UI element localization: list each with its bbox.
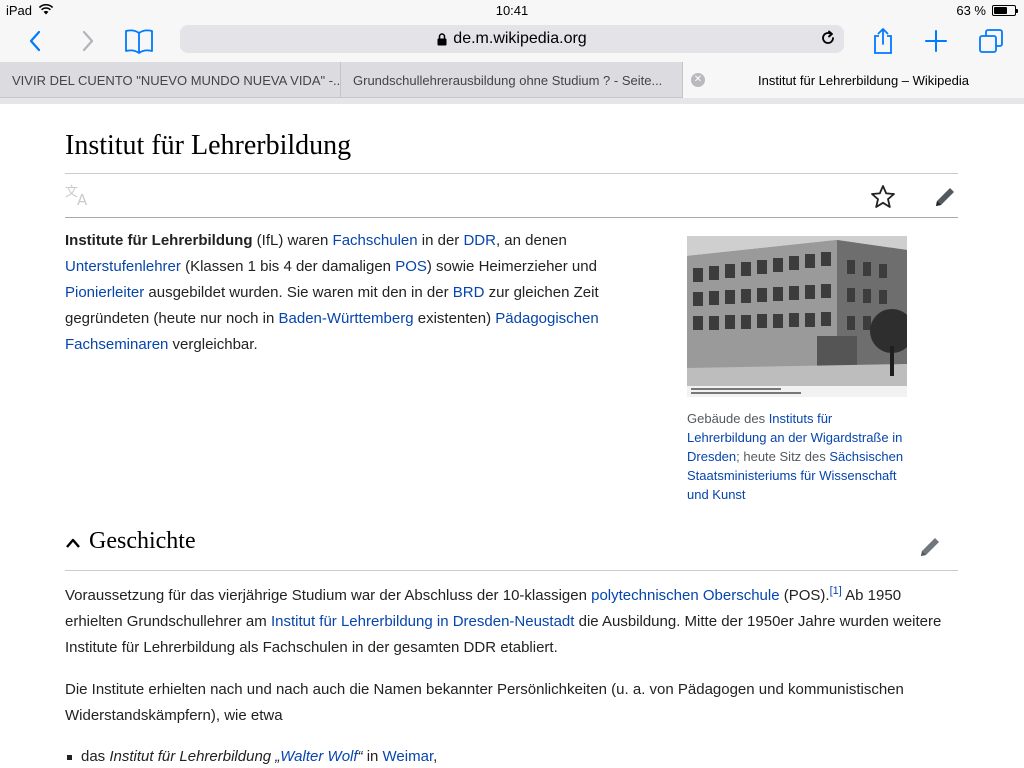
chevron-up-icon[interactable]: [65, 536, 81, 554]
language-icon[interactable]: 文A: [65, 184, 93, 211]
link-walter-wolf[interactable]: Walter Wolf: [280, 748, 357, 765]
text: in: [362, 748, 383, 765]
text: existenten): [413, 310, 496, 327]
bookmarks-icon[interactable]: [124, 26, 154, 56]
text: (Klassen 1 bis 4 der damaligen: [180, 258, 396, 275]
lead-paragraph: Institute für Lehrerbildung (IfL) waren …: [65, 228, 610, 358]
text: Gebäude des: [687, 411, 769, 426]
battery-icon: [992, 5, 1018, 16]
text: (POS).: [779, 587, 830, 604]
tab-label: Grundschullehrerausbildung ohne Studium …: [353, 72, 663, 88]
back-icon[interactable]: [20, 26, 50, 56]
tab-grundschullehrer[interactable]: Grundschullehrerausbildung ohne Studium …: [341, 62, 683, 98]
section-header-geschichte[interactable]: Geschichte: [65, 524, 958, 570]
text: ) sowie Heimerzieher und: [426, 258, 597, 275]
link-ddr[interactable]: DDR: [463, 232, 496, 249]
link-fachschulen[interactable]: Fachschulen: [333, 232, 418, 249]
text: vergleichbar.: [168, 336, 258, 353]
edit-icon[interactable]: [917, 534, 943, 565]
text: das: [81, 748, 110, 765]
reference-link[interactable]: [1]: [830, 585, 842, 597]
svg-text:A: A: [77, 191, 88, 206]
tab-institut-wikipedia[interactable]: ✕ Institut für Lehrerbildung – Wikipedia: [683, 62, 1024, 98]
text: ,: [433, 748, 438, 765]
link-pos[interactable]: POS: [395, 258, 427, 275]
link-unterstufenlehrer[interactable]: Unterstufenlehrer: [65, 258, 181, 275]
share-icon[interactable]: [868, 26, 898, 56]
building-photo[interactable]: [687, 236, 914, 397]
tabs-icon[interactable]: [976, 26, 1006, 56]
divider: [65, 173, 958, 174]
link-brd[interactable]: BRD: [453, 284, 485, 301]
lock-icon: [437, 32, 447, 46]
new-tab-icon[interactable]: [921, 26, 951, 56]
tab-bar: VIVIR DEL CUENTO "NUEVO MUNDO NUEVA VIDA…: [0, 62, 1024, 98]
tab-vivir-del-cuento[interactable]: VIVIR DEL CUENTO "NUEVO MUNDO NUEVA VIDA…: [0, 62, 341, 98]
paragraph: Die Institute erhielten nach und nach au…: [65, 681, 904, 724]
page-actions: 文A: [65, 180, 958, 216]
infobox-figure: Gebäude des Instituts für Lehrerbildung …: [687, 236, 914, 504]
link-institut-dresden-neustadt[interactable]: Institut für Lehrerbildung in Dresden-Ne…: [271, 613, 575, 630]
figure-caption: Gebäude des Instituts für Lehrerbildung …: [687, 409, 907, 504]
forward-icon[interactable]: [73, 26, 103, 56]
text: in der: [417, 232, 464, 249]
page-top-band: [0, 98, 1024, 104]
divider: [65, 217, 958, 218]
address-bar[interactable]: de.m.wikipedia.org: [180, 25, 844, 53]
reload-icon[interactable]: [820, 30, 836, 46]
text: ; heute Sitz des: [736, 449, 830, 464]
link-pionierleiter[interactable]: Pionierleiter: [65, 284, 144, 301]
link-polytechnische-oberschule[interactable]: polytechnischen Oberschule: [591, 587, 779, 604]
page-title: Institut für Lehrerbildung: [65, 130, 352, 161]
lead-bold-term: Institute für Lehrerbildung: [65, 232, 253, 249]
link-baden-wuerttemberg[interactable]: Baden-Württemberg: [279, 310, 414, 327]
tab-close-icon[interactable]: ✕: [691, 73, 705, 87]
text: , an denen: [495, 232, 567, 249]
edit-icon[interactable]: [932, 184, 958, 215]
clock: 10:41: [495, 3, 529, 18]
tab-label: Institut für Lehrerbildung – Wikipedia: [757, 72, 969, 88]
url-text: de.m.wikipedia.org: [453, 30, 587, 47]
link-weimar[interactable]: Weimar: [383, 748, 434, 765]
text: (IfL) waren: [252, 232, 333, 249]
status-bar: iPad 10:41 63 %: [0, 0, 1024, 20]
divider: [65, 570, 958, 571]
list-item: das Institut für Lehrerbildung „Walter W…: [65, 744, 437, 768]
battery-percent: 63 %: [956, 3, 986, 18]
text: ausgebildet wurden. Sie waren mit den in…: [144, 284, 453, 301]
section-heading: Geschichte: [89, 528, 196, 554]
star-icon[interactable]: [870, 184, 896, 215]
browser-toolbar: de.m.wikipedia.org: [0, 20, 1024, 62]
paragraph: Voraussetzung für das vierjährige Studiu…: [65, 583, 958, 661]
italic-text: Institut für Lehrerbildung „: [109, 748, 281, 765]
tab-label: VIVIR DEL CUENTO "NUEVO MUNDO NUEVA VIDA…: [12, 72, 341, 88]
text: Voraussetzung für das vierjährige Studiu…: [65, 587, 592, 604]
